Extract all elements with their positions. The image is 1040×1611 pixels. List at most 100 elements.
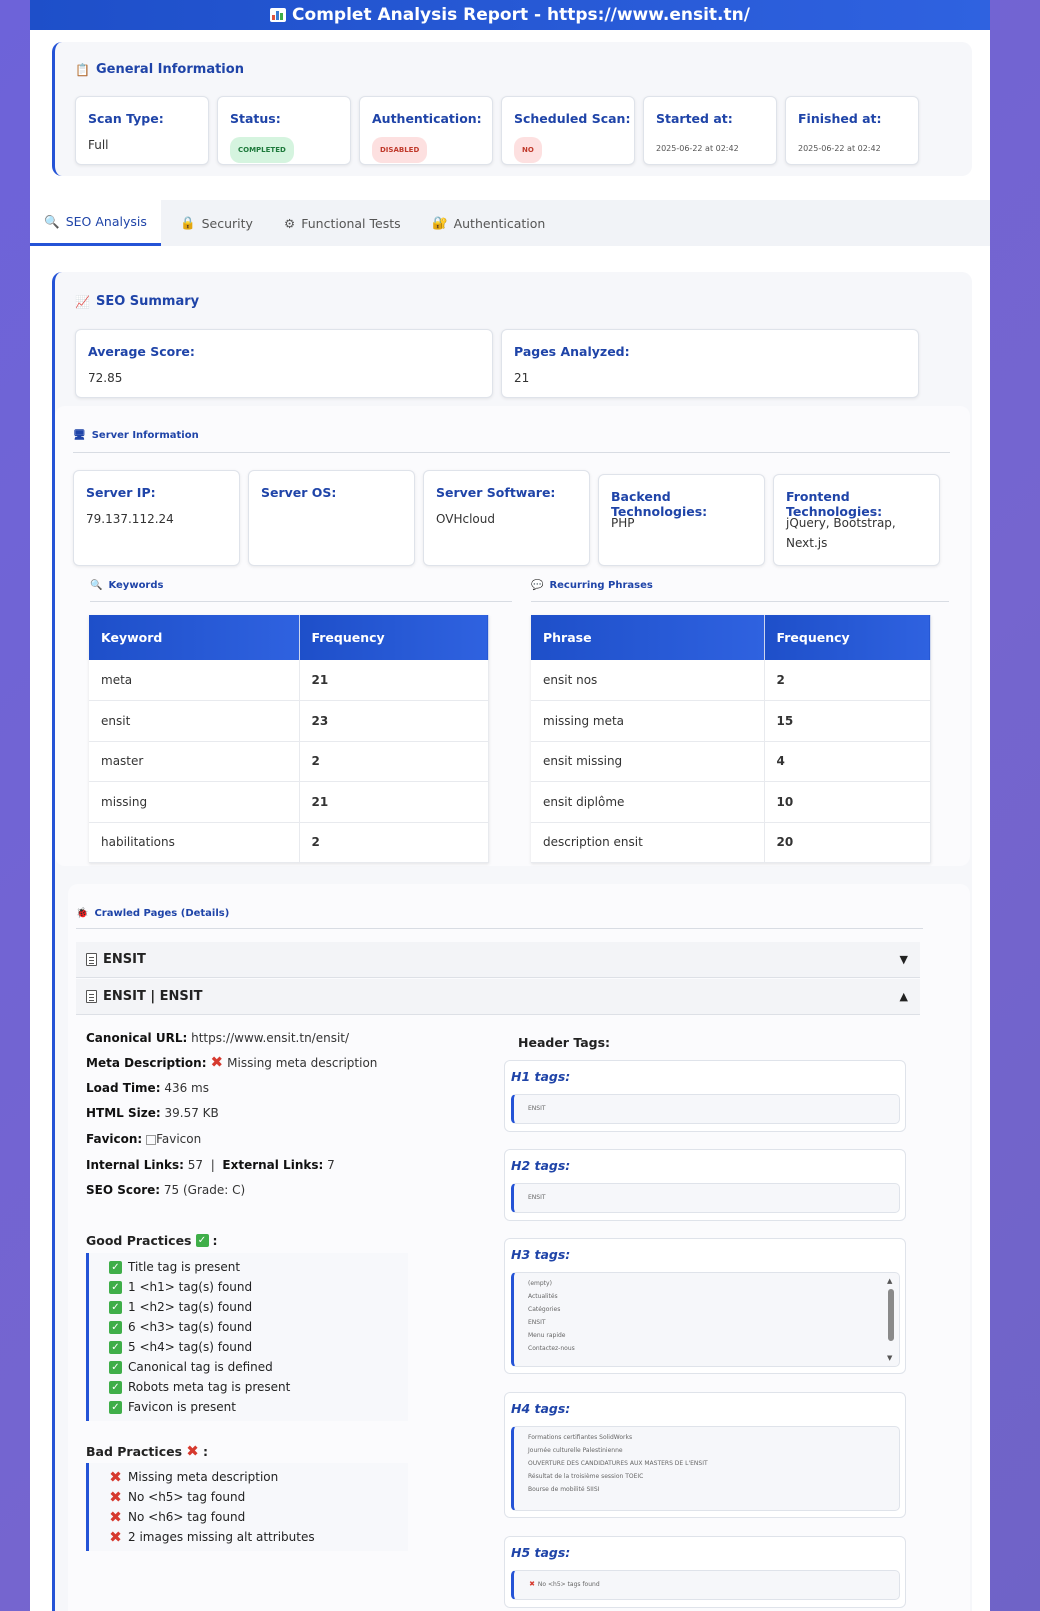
check-icon: ✓ [109,1360,122,1374]
crawled-page-ensit-ensit[interactable]: ENSIT | ENSIT ▲ [76,979,920,1015]
h3-scrollbar[interactable]: ▲ ▼ [887,1277,895,1362]
bar-chart-icon [270,8,287,22]
meta-description: Meta Description: ✖ Missing meta descrip… [86,1053,378,1071]
h1-tags-list: ENSIT [511,1094,900,1124]
tab-bar: 🔍 SEO Analysis 🔒 Security ⚙ Functional Test… [30,200,990,246]
document-icon [86,953,97,966]
frequency-column-header: Frequency [764,615,931,660]
authentication-box: Authentication: DISABLED [359,96,493,165]
pages-analyzed-box: Pages Analyzed: 21 [501,329,919,398]
general-information-title: 📋 General Information [75,62,244,77]
document-icon [86,990,97,1003]
server-os-box: Server OS: [248,470,415,566]
canonical-url: Canonical URL: https://www.ensit.tn/ensi… [86,1031,350,1045]
tab-security[interactable]: 🔒 Security [180,200,270,246]
chevron-up-icon[interactable]: ▲ [900,990,908,1003]
server-ip-box: Server IP: 79.137.112.24 [73,470,240,566]
check-icon: ✓ [109,1260,122,1274]
check-icon: ✓ [109,1300,122,1314]
list-item: ✖ 2 images missing alt attributes [109,1527,315,1546]
tab-functional-tests[interactable]: ⚙ Functional Tests [284,200,414,246]
key-lock-icon: 🔐 [432,215,448,230]
cross-icon: ✖ [109,1467,122,1486]
list-item: ✓ 5 <h4> tag(s) found [109,1337,408,1357]
report-page: Complet Analysis Report - https://www.en… [30,0,990,1611]
server-software-box: Server Software: OVHcloud [423,470,590,566]
bad-practices-title: Bad Practices ✖: [86,1442,209,1460]
list-item: ✖ Missing meta description [109,1467,279,1486]
keyword-column-header: Keyword [89,615,300,660]
bug-icon: 🐞 [76,908,89,919]
general-information-card: 📋 General Information Scan Type: Full St… [52,42,972,176]
table-row: description ensit 20 [531,822,931,863]
scroll-down-icon[interactable]: ▼ [887,1354,892,1362]
h3-tags-list[interactable]: (empty) Actualités Catégories ENSIT Menu… [511,1272,900,1367]
recurring-phrases-title: 💬 Recurring Phrases [531,580,653,591]
h2-tags-list: ENSIT [511,1183,900,1213]
h5-tags-list: ✖ No <h5> tags found [511,1570,900,1600]
table-row: master 2 [89,741,489,782]
table-row: meta 21 [89,660,489,701]
seo-summary-title: 📈 SEO Summary [75,294,200,309]
scroll-up-icon[interactable]: ▲ [887,1277,892,1285]
cross-icon: ✖ [109,1487,122,1506]
phrase-column-header: Phrase [531,615,765,660]
crawled-page-ensit[interactable]: ENSIT ▼ [76,942,920,978]
h3-tags-card: H3 tags: (empty) Actualités Catégories E… [504,1238,906,1374]
frontend-technologies-box: Frontend Technologies: jQuery, Bootstrap… [773,474,940,566]
report-title-bar: Complet Analysis Report - https://www.en… [30,0,990,30]
seo-score: SEO Score: 75 (Grade: C) [86,1183,246,1197]
h4-tags-card: H4 tags: Formations certifiantes SolidWo… [504,1392,906,1518]
broken-image-icon [146,1134,157,1145]
tab-seo-analysis[interactable]: 🔍 SEO Analysis [30,200,161,246]
scheduled-badge: NO [514,137,542,163]
table-row: ensit 23 [89,700,489,742]
cross-icon: ✖ [210,1053,224,1071]
check-icon: ✓ [109,1280,122,1294]
list-item: ✓ Canonical tag is defined [109,1357,408,1377]
server-information-title: 🖥 Server Information [73,430,199,441]
clipboard-icon: 📋 [75,62,90,77]
recurring-phrases-table: Phrase Frequency ensit nos 2 missing meta… [531,615,931,863]
table-row: missing meta 15 [531,700,931,742]
check-icon: ✓ [109,1340,122,1354]
canonical-url-link[interactable]: https://www.ensit.tn/ensit/ [191,1031,349,1045]
finished-at-box: Finished at: 2025-06-22 at 02:42 [785,96,919,165]
chart-up-icon: 📈 [75,294,90,309]
list-item: ✓ Title tag is present [109,1257,408,1277]
gear-icon: ⚙ [284,215,296,231]
bad-practices-list: ✖ Missing meta description ✖ No <h5> tag f… [86,1463,408,1551]
h4-tags-list: Formations certifiantes SolidWorks Journ… [511,1426,900,1511]
table-row: ensit diplôme 10 [531,781,931,823]
table-row: habilitations 2 [89,822,489,863]
scrollbar-thumb[interactable] [888,1289,894,1341]
good-practices-list: ✓ Title tag is present ✓ 1 <h1> tag(s) fou… [86,1253,408,1421]
lock-icon: 🔒 [180,215,196,230]
chevron-down-icon[interactable]: ▼ [900,953,908,966]
favicon: Favicon: Favicon [86,1132,202,1146]
monitor-icon: 🖥 [73,430,86,441]
list-item: ✖ No <h6> tag found [109,1507,246,1526]
speech-bubble-icon: 💬 [531,580,544,591]
list-item: ✓ Robots meta tag is present [109,1377,408,1397]
backend-technologies-box: Backend Technologies: PHP [598,474,765,566]
h1-tags-card: H1 tags: ENSIT [504,1060,906,1132]
check-icon: ✓ [109,1380,122,1394]
average-score-box: Average Score: 72.85 [75,329,493,398]
magnifier-icon: 🔍 [44,213,60,229]
scan-type-box: Scan Type: Full [75,96,209,165]
tab-authentication[interactable]: 🔐 Authentication [432,200,562,246]
magnifier-icon: 🔍 [90,580,103,591]
list-item: ✓ 1 <h1> tag(s) found [109,1277,408,1297]
check-icon: ✓ [109,1400,122,1414]
h5-tags-card: H5 tags: ✖ No <h5> tags found [504,1536,906,1608]
table-row: ensit nos 2 [531,660,931,701]
check-icon: ✓ [109,1320,122,1334]
cross-icon: ✖ [109,1527,122,1546]
started-at-box: Started at: 2025-06-22 at 02:42 [643,96,777,165]
cross-icon: ✖ [186,1442,199,1460]
status-badge: COMPLETED [230,137,294,163]
list-item: ✓ Favicon is present [109,1397,408,1417]
scheduled-scan-box: Scheduled Scan: NO [501,96,635,165]
list-item: ✖ No <h5> tag found [109,1487,246,1506]
